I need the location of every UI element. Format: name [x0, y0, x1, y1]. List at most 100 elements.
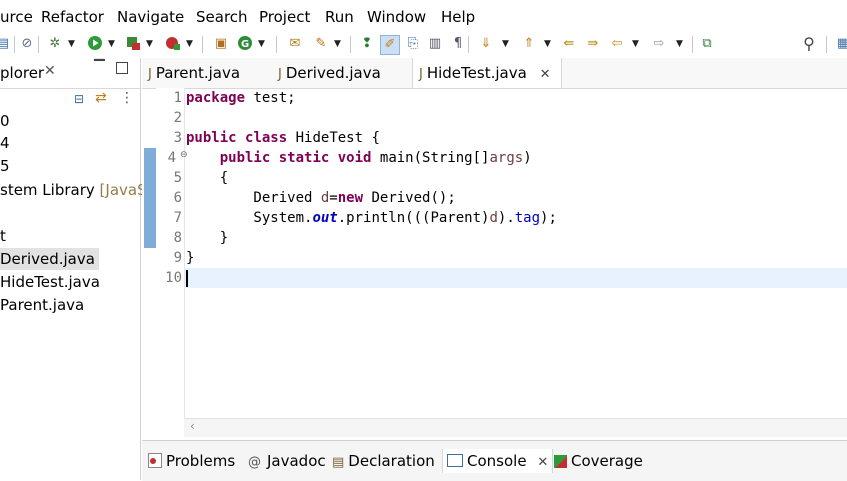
- block-selection-icon[interactable]: ▥: [426, 35, 444, 53]
- keyword: public: [186, 130, 237, 146]
- minimize-icon[interactable]: ▔: [94, 60, 105, 76]
- code-line[interactable]: }: [186, 248, 194, 268]
- run-icon[interactable]: [86, 35, 104, 53]
- menu-project[interactable]: Project: [259, 8, 310, 26]
- code-text: =: [329, 190, 338, 206]
- new-class-icon[interactable]: G: [236, 35, 254, 53]
- menu-search[interactable]: Search: [196, 8, 248, 26]
- code-editor: J Parent.java J Derived.java J HideTest.jav…: [142, 58, 847, 437]
- menu-help[interactable]: Help: [441, 8, 475, 26]
- tree-item[interactable]: t: [0, 225, 6, 247]
- code-text: ).: [497, 210, 515, 226]
- tree-item-parent-java[interactable]: Parent.java: [0, 294, 84, 316]
- code-line[interactable]: public class HideTest {: [186, 128, 380, 148]
- menu-window[interactable]: Window: [367, 8, 426, 26]
- close-icon[interactable]: ✕: [537, 455, 548, 470]
- pin-editor-icon[interactable]: ⧉: [698, 35, 716, 53]
- horizontal-scrollbar[interactable]: ‹: [184, 418, 847, 437]
- tree-item[interactable]: 4: [0, 132, 10, 154]
- word-wrap-icon[interactable]: ⎘: [404, 35, 422, 53]
- tree-item[interactable]: 0: [0, 110, 10, 132]
- tree-item-label: 5: [0, 157, 10, 175]
- chevron-down-icon[interactable]: ▼: [632, 35, 640, 53]
- toolbar-separator: [202, 36, 203, 53]
- next-edit-icon[interactable]: ⇛: [584, 35, 602, 53]
- coverage-icon[interactable]: [124, 35, 142, 53]
- menu-source[interactable]: urce: [0, 8, 33, 26]
- toggle-breadcrumb-icon[interactable]: ❢: [358, 35, 376, 53]
- tab-hidetest-java[interactable]: J HideTest.java ✕: [412, 58, 562, 88]
- code-line[interactable]: Derived d=new Derived();: [186, 188, 456, 208]
- code-line[interactable]: package test;: [186, 88, 296, 108]
- toolbar-separator: [14, 36, 15, 53]
- tree-item-derived-java[interactable]: Derived.java: [0, 248, 99, 270]
- keyword: new: [337, 190, 364, 206]
- chevron-down-icon[interactable]: ▼: [334, 35, 342, 53]
- scroll-left-icon[interactable]: ‹: [190, 419, 195, 433]
- perspective-icon[interactable]: ▦: [834, 35, 847, 53]
- code-text: );: [540, 210, 557, 226]
- chevron-down-icon[interactable]: ▼: [68, 35, 76, 53]
- tree-item-hidetest-java[interactable]: HideTest.java: [0, 271, 100, 293]
- chevron-down-icon[interactable]: ▼: [108, 35, 116, 53]
- toolbar-separator: [468, 36, 469, 53]
- menu-refactor[interactable]: Refactor: [41, 8, 104, 26]
- line-number: 8: [173, 230, 182, 246]
- menu-navigate[interactable]: Navigate: [117, 8, 184, 26]
- tab-coverage[interactable]: Coverage: [554, 449, 643, 473]
- collapse-all-icon[interactable]: ⊟: [74, 92, 84, 106]
- tree-item-label: Parent.java: [0, 296, 85, 314]
- chevron-down-icon[interactable]: ▼: [146, 35, 154, 53]
- code-line[interactable]: System.out.println(((Parent)d).tag);: [186, 208, 557, 228]
- open-task-icon[interactable]: ✎: [312, 35, 330, 53]
- skip-breakpoints-icon[interactable]: ⊘: [18, 35, 36, 53]
- next-annotation-icon[interactable]: ⇓: [477, 35, 495, 53]
- line-number-ruler: 1 2 3 4 ⊖ 5 6 7 8 9 10: [156, 88, 188, 418]
- tab-problems[interactable]: Problems: [148, 449, 235, 473]
- tab-console[interactable]: Console ✕: [442, 449, 554, 473]
- code-text: System.: [186, 210, 313, 226]
- chevron-down-icon[interactable]: ▼: [676, 35, 684, 53]
- tree-item[interactable]: 5: [0, 155, 10, 177]
- close-icon[interactable]: ✕: [44, 63, 56, 79]
- view-menu-icon[interactable]: ⋮: [120, 90, 134, 106]
- keyword: public: [219, 150, 271, 166]
- new-package-icon[interactable]: ▣: [212, 35, 230, 53]
- maximize-icon[interactable]: [116, 62, 128, 74]
- chevron-down-icon[interactable]: ▼: [544, 35, 552, 53]
- explorer-tab-label[interactable]: plorer: [0, 64, 44, 82]
- link-with-editor-icon[interactable]: ⇄: [95, 90, 107, 106]
- save-icon[interactable]: ▤: [0, 35, 12, 53]
- open-type-icon[interactable]: ✉: [286, 35, 304, 53]
- main-toolbar: ▤ ⊘ ✲ ▼ ▼ ▼ ▼ ▣ G ▼ ✉ ✎ ▼ ❢ ✐ ⎘ ▥ ¶ ⇓ ▼ …: [0, 32, 847, 58]
- tab-label: HideTest.java: [426, 64, 527, 82]
- code-line[interactable]: {: [186, 168, 228, 188]
- search-icon[interactable]: ⚲: [800, 35, 818, 53]
- close-icon[interactable]: ✕: [540, 67, 551, 82]
- tab-javadoc[interactable]: @ Javadoc: [248, 449, 326, 473]
- chevron-down-icon[interactable]: ▼: [502, 35, 510, 53]
- current-line-highlight: [184, 268, 847, 288]
- tree-item-label: stem Library: [0, 181, 95, 199]
- tree-item-jre-library[interactable]: stem Library [JavaS: [0, 179, 147, 201]
- code-text: Derived();: [363, 190, 456, 206]
- keyword: void: [337, 150, 372, 166]
- line-number: 7: [173, 210, 182, 226]
- back-icon[interactable]: ⇦: [608, 35, 626, 53]
- tab-derived-java[interactable]: J Derived.java: [278, 58, 406, 88]
- menu-run[interactable]: Run: [325, 8, 354, 26]
- previous-annotation-icon[interactable]: ⇑: [520, 35, 538, 53]
- code-line[interactable]: }: [186, 228, 228, 248]
- mark-occurrences-icon[interactable]: ✐: [380, 35, 400, 55]
- code-line[interactable]: public static void main(String[]args): [186, 148, 532, 168]
- chevron-down-icon[interactable]: ▼: [258, 35, 266, 53]
- external-tools-icon[interactable]: [164, 35, 182, 53]
- tab-parent-java[interactable]: J Parent.java: [148, 58, 268, 88]
- tab-declaration[interactable]: ▤ Declaration: [332, 449, 435, 473]
- tab-label: Parent.java: [155, 64, 241, 82]
- forward-icon[interactable]: ⇨: [650, 35, 668, 53]
- show-whitespace-icon[interactable]: ¶: [449, 35, 467, 53]
- debug-icon[interactable]: ✲: [46, 35, 64, 53]
- last-edit-icon[interactable]: ⇚: [560, 35, 578, 53]
- chevron-down-icon[interactable]: ▼: [186, 35, 194, 53]
